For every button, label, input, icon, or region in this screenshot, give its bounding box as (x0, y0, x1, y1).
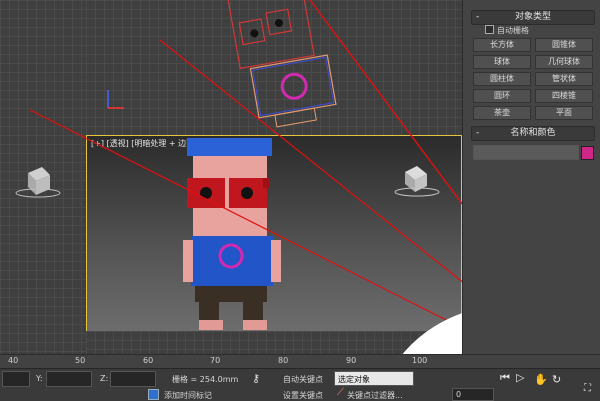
auto-key-button[interactable]: 自动关键点 (283, 374, 323, 385)
selection-set-dropdown[interactable]: 选定对象 (334, 371, 414, 386)
y-coord-field[interactable] (46, 371, 92, 387)
maximize-viewport-icon[interactable]: ⛶ (584, 383, 591, 394)
x-coord-field[interactable] (2, 371, 30, 387)
status-bar: Y: Z: 栅格 = 254.0mm ⚷ 添加时间标记 自动关键点 选定对象 设… (0, 368, 600, 401)
tube-button[interactable]: 管状体 (535, 72, 593, 86)
plane-button[interactable]: 平面 (535, 106, 593, 120)
time-tag-icon[interactable] (148, 389, 159, 400)
key-icon[interactable]: ⚷ (252, 372, 260, 385)
name-color-header[interactable]: - 名称和颜色 (471, 126, 595, 141)
play-icon[interactable]: ▷ (516, 371, 524, 384)
torus-button[interactable]: 圆环 (473, 89, 531, 103)
orbit-icon[interactable]: ↻ (552, 373, 561, 386)
color-swatch[interactable] (581, 146, 594, 160)
frame-field[interactable]: 0 (452, 388, 494, 401)
pan-hand-icon[interactable]: ✋ (534, 373, 548, 386)
add-time-tag[interactable]: 添加时间标记 (164, 390, 212, 401)
object-type-header[interactable]: - 对象类型 (471, 10, 595, 25)
set-key-button[interactable]: 设置关键点 (283, 390, 323, 401)
autogrid-checkbox[interactable]: 自动栅格 (485, 25, 529, 36)
key-filters-button[interactable]: 关键点过滤器... (347, 390, 403, 401)
z-coord-field[interactable] (110, 371, 156, 387)
cone-button[interactable]: 圆锥体 (535, 38, 593, 52)
geosphere-button[interactable]: 几何球体 (535, 55, 593, 69)
sphere-button[interactable]: 球体 (473, 55, 531, 69)
object-name-input[interactable] (473, 145, 579, 160)
key-filter-icon: ⟋ (337, 387, 344, 398)
z-label: Z: (100, 374, 109, 383)
cylinder-button[interactable]: 圆柱体 (473, 72, 531, 86)
timeline-ruler[interactable]: 40 50 60 70 80 90 100 (0, 354, 600, 369)
grid-spacing: 栅格 = 254.0mm (172, 375, 239, 384)
teapot-button[interactable]: 茶壶 (473, 106, 531, 120)
box-button[interactable]: 长方体 (473, 38, 531, 52)
pyramid-button[interactable]: 四棱锥 (535, 89, 593, 103)
y-label: Y: (36, 374, 43, 383)
command-panel: - 对象类型 自动栅格 长方体 圆锥体 球体 几何球体 圆柱体 管状体 圆环 四… (462, 0, 600, 356)
goto-start-icon[interactable]: ⏮ (500, 371, 510, 385)
